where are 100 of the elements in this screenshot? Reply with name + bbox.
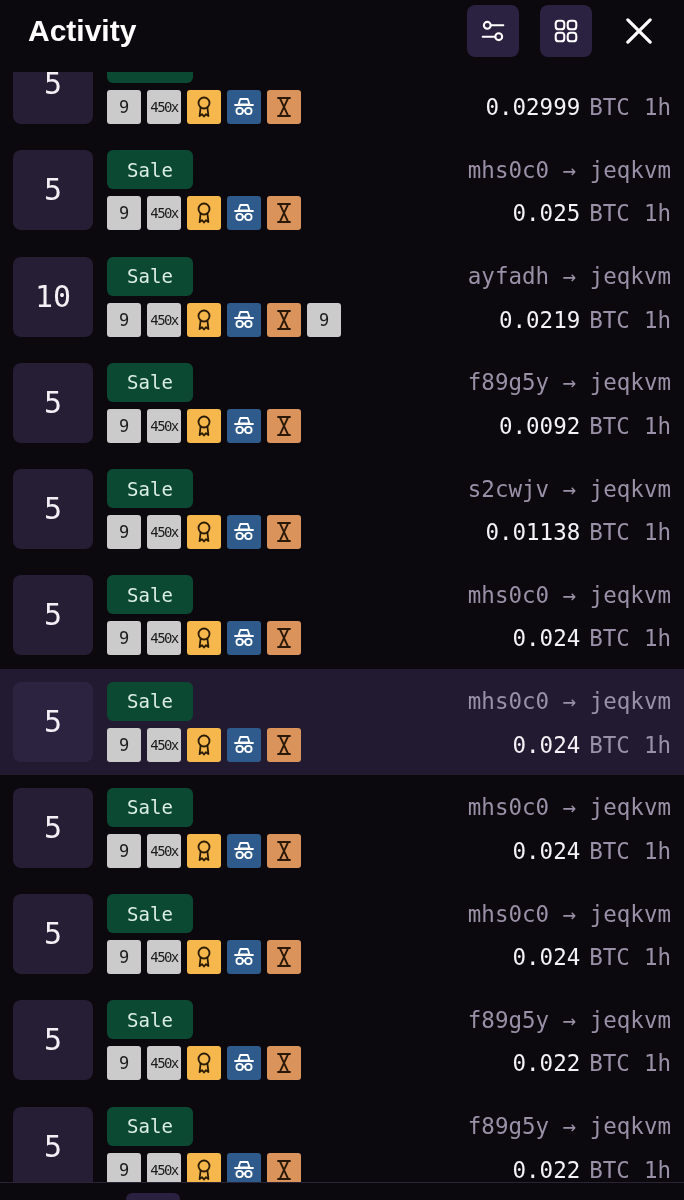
sale-tag: Sale	[107, 256, 193, 296]
currency-label: BTC	[589, 201, 630, 226]
quantity-tile: 5	[13, 681, 93, 762]
number-badge: 9	[107, 1152, 141, 1182]
price-amount: 0.025	[512, 201, 581, 226]
transfer-route: f89g5y → jeqkvm	[467, 1112, 671, 1141]
activity-row[interactable]: 5 Sale 9 450x f89g5y → jeqkvm 0.022 BTC 1h	[0, 987, 684, 1094]
sale-tag: Sale	[107, 787, 193, 827]
hat-glasses-icon	[227, 727, 261, 762]
currency-label: BTC	[589, 945, 630, 969]
activity-row[interactable]: 5 Sale 9 450x mhs0c0 → jeqkvm 0.025 BTC 1h	[0, 137, 684, 244]
activity-row[interactable]: 5 Sale 9 450x mhs0c0 → jeqkvm 0.024 BTC 1h	[0, 668, 684, 775]
quantity-tile: 5	[13, 575, 93, 656]
price-amount: 0.024	[512, 838, 581, 863]
hat-glasses-icon	[227, 1046, 261, 1081]
quantity-tile: 5	[13, 1106, 93, 1182]
number-badge: 9	[107, 621, 141, 656]
currency-label: BTC	[589, 838, 630, 863]
hourglass-icon	[267, 515, 301, 549]
hourglass-icon	[267, 90, 301, 124]
price-amount: 0.024	[512, 945, 581, 969]
transfer-route: mhs0c0 → jeqkvm	[467, 687, 671, 716]
hat-glasses-icon	[227, 940, 261, 974]
medal-icon	[187, 408, 221, 443]
hourglass-icon	[267, 621, 301, 656]
time-ago: 1h	[643, 520, 671, 544]
currency-label: BTC	[589, 626, 630, 651]
filter-button[interactable]	[467, 5, 519, 57]
quantity-tile: 5	[13, 894, 93, 974]
activity-row[interactable]: 5 Sale 9 450x mhs0c0 → jeqkvm 0.024 BTC 1h	[0, 774, 684, 881]
transfer-route: f89g5y → jeqkvm	[467, 1005, 671, 1035]
number-badge: 9	[107, 515, 141, 549]
panel-title: Activity	[28, 14, 137, 48]
price-amount: 0.024	[512, 732, 581, 757]
activity-row[interactable]: 5 Sale 9 450x mhs0c0 → jeqkvm 0.024 BTC 1h	[0, 881, 684, 988]
currency-label: BTC	[589, 520, 630, 544]
number-badge: 9	[107, 833, 141, 868]
hat-glasses-icon	[227, 1152, 261, 1182]
time-ago: 1h	[643, 732, 671, 757]
price-amount: 0.0219	[499, 307, 581, 332]
hourglass-icon	[267, 302, 301, 337]
sale-tag: Sale	[107, 575, 193, 615]
hat-glasses-icon	[227, 515, 261, 549]
number-badge: 9	[107, 196, 141, 231]
time-ago: 1h	[643, 945, 671, 969]
currency-label: BTC	[589, 732, 630, 757]
activity-row[interactable]: 5 Sale 9 450x f89g5y → jeqkvm 0.022 BTC 1h	[0, 1093, 684, 1182]
sale-tag: Sale	[107, 894, 193, 933]
price-amount: 0.0092	[499, 413, 581, 438]
quantity-tile: 5	[13, 150, 93, 231]
medal-icon	[187, 1046, 221, 1081]
time-ago: 1h	[643, 838, 671, 863]
hat-glasses-icon	[227, 302, 261, 337]
hourglass-icon	[267, 196, 301, 231]
hourglass-icon	[267, 408, 301, 443]
number-badge: 9	[107, 302, 141, 337]
activity-row[interactable]: 5 9 450x 0.02999 BTC 1h	[0, 72, 684, 138]
multiplier-badge: 450x	[147, 727, 181, 762]
activity-row[interactable]: 5 Sale 9 450x f89g5y → jeqkvm 0.0092 BTC 1h	[0, 349, 684, 456]
grid-icon	[554, 19, 578, 43]
transfer-route: mhs0c0 → jeqkvm	[467, 580, 671, 610]
multiplier-badge: 450x	[147, 1046, 181, 1081]
number-badge: 9	[107, 1046, 141, 1081]
medal-icon	[187, 196, 221, 231]
quantity-tile: 5	[13, 469, 93, 549]
transfer-route: mhs0c0 → jeqkvm	[467, 155, 671, 185]
hat-glasses-icon	[227, 408, 261, 443]
filter-icon	[481, 19, 505, 43]
medal-icon	[187, 621, 221, 656]
transfer-route: ayfadh → jeqkvm	[467, 262, 671, 291]
number-badge: 9	[107, 940, 141, 974]
medal-icon	[187, 515, 221, 549]
price-amount: 0.02999	[485, 95, 581, 119]
hat-glasses-icon	[227, 833, 261, 868]
multiplier-badge: 450x	[147, 515, 181, 549]
transfer-route: s2cwjv → jeqkvm	[467, 474, 671, 504]
time-ago: 1h	[643, 1051, 671, 1076]
time-ago: 1h	[643, 201, 671, 226]
sale-tag: Sale	[107, 1000, 193, 1040]
currency-label: BTC	[589, 413, 630, 438]
quantity-tile: 5	[13, 72, 93, 124]
quantity-tile: 10	[13, 256, 93, 337]
currency-label: BTC	[589, 1157, 630, 1182]
sale-tag: Sale	[107, 1106, 193, 1146]
time-ago: 1h	[643, 307, 671, 332]
time-ago: 1h	[643, 1157, 671, 1182]
sale-tag: Sale	[107, 681, 193, 721]
hat-glasses-icon	[227, 621, 261, 656]
activity-row[interactable]: 10 Sale 9 450x 9 ayfadh → jeqkvm 0.0219 BTC 1h	[0, 243, 684, 350]
activity-row[interactable]: 5 Sale 9 450x s2cwjv → jeqkvm 0.01138 BTC 1h	[0, 456, 684, 563]
multiplier-badge: 450x	[147, 196, 181, 231]
grid-button[interactable]	[540, 5, 592, 57]
transfer-route: mhs0c0 → jeqkvm	[467, 793, 671, 823]
sale-tag: Sale	[107, 362, 193, 402]
multiplier-badge: 450x	[147, 1152, 181, 1182]
multiplier-badge: 450x	[147, 90, 181, 124]
price-amount: 0.022	[512, 1157, 581, 1182]
currency-label: BTC	[589, 307, 630, 332]
time-ago: 1h	[643, 95, 671, 119]
activity-row[interactable]: 5 Sale 9 450x mhs0c0 → jeqkvm 0.024 BTC 1h	[0, 562, 684, 669]
